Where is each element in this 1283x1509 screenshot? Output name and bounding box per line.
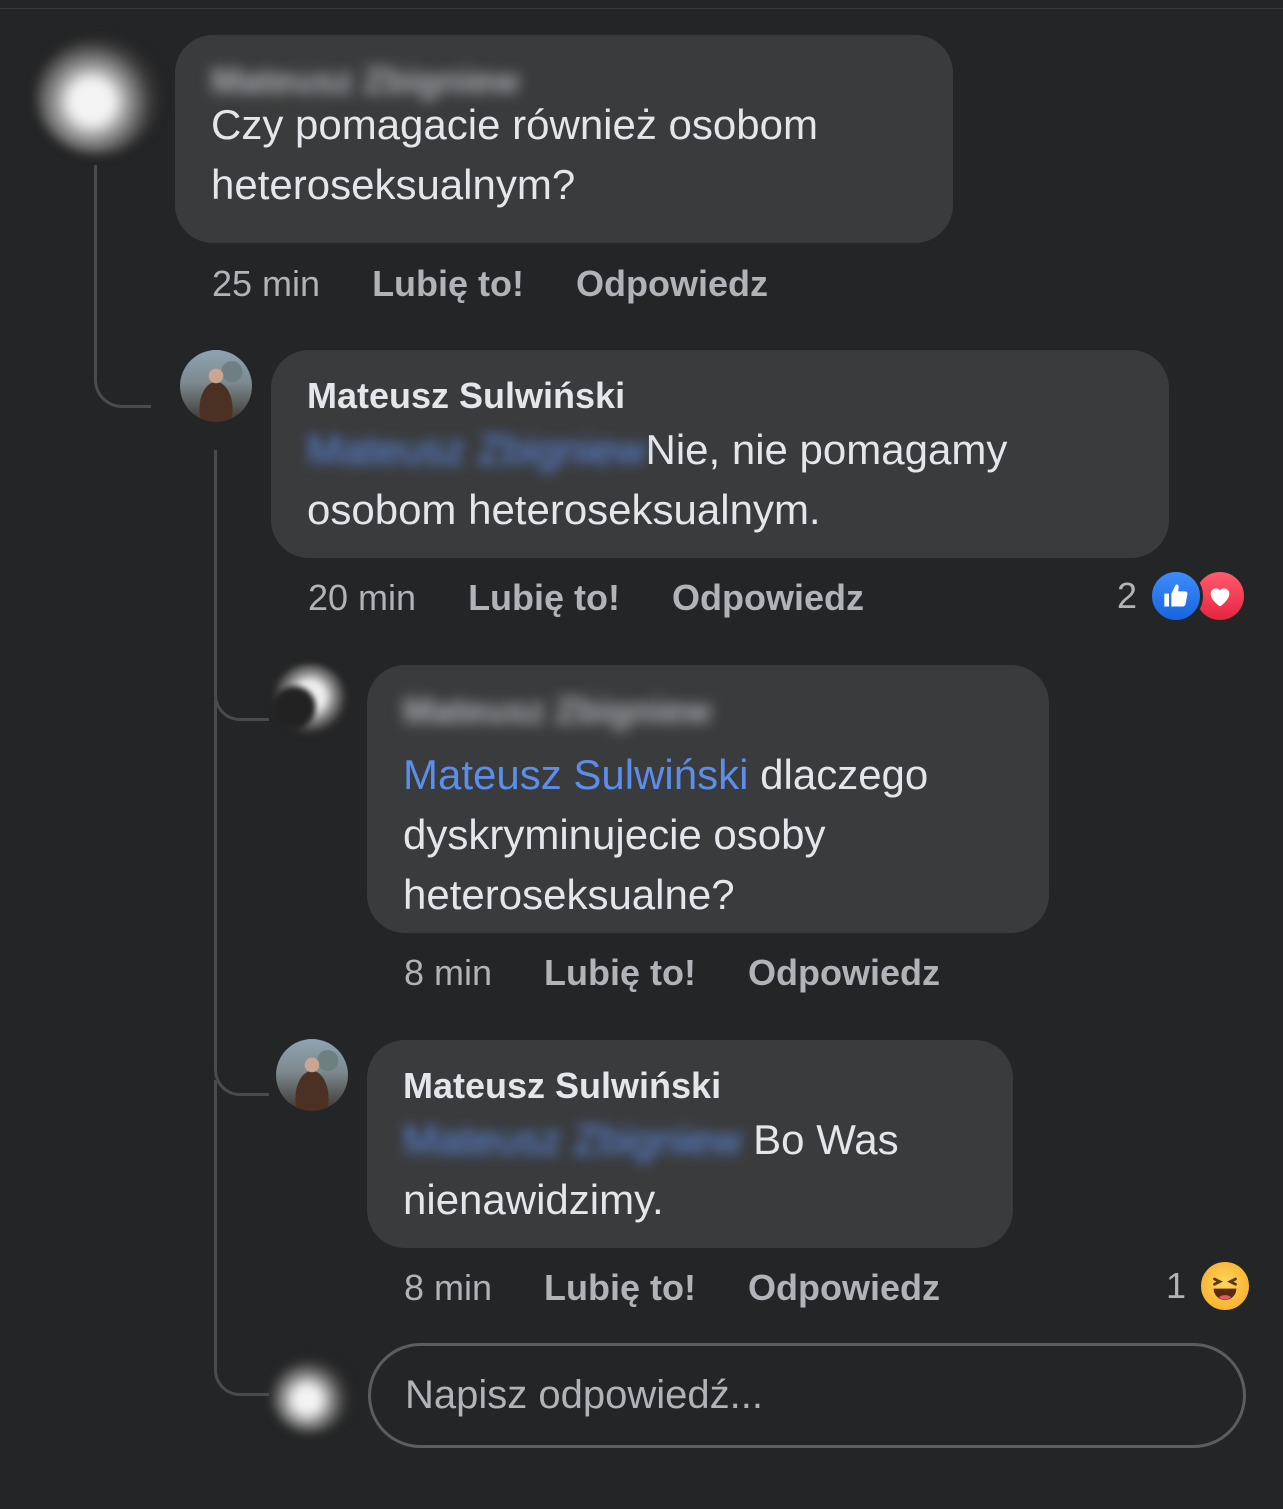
comment-author[interactable]: Mateusz Sulwiński bbox=[307, 376, 1133, 416]
like-button[interactable]: Lubię to! bbox=[544, 1268, 696, 1308]
reply-input[interactable]: Napisz odpowiedź... bbox=[368, 1343, 1246, 1448]
reaction-summary[interactable]: 1 bbox=[1166, 1259, 1253, 1313]
like-button[interactable]: Lubię to! bbox=[468, 578, 620, 618]
reply-placeholder: Napisz odpowiedź... bbox=[405, 1373, 763, 1417]
reaction-count: 2 bbox=[1117, 575, 1138, 616]
reply-button[interactable]: Odpowiedz bbox=[672, 578, 864, 618]
comment-meta: 8 min Lubię to! Odpowiedz bbox=[404, 953, 992, 993]
mention-link[interactable]: Mateusz Sulwiński bbox=[403, 751, 748, 798]
comment-meta: 25 min Lubię to! Odpowiedz bbox=[212, 264, 820, 304]
thread-connector bbox=[94, 165, 151, 408]
comment-bubble: Mateusz Zbigniew Czy pomagacie również o… bbox=[175, 35, 953, 243]
reply-button[interactable]: Odpowiedz bbox=[748, 1268, 940, 1308]
comment-time[interactable]: 8 min bbox=[404, 1268, 492, 1308]
comment-bubble: Mateusz Sulwiński Mateusz Zbigniew Bo Wa… bbox=[367, 1040, 1013, 1248]
reply-button[interactable]: Odpowiedz bbox=[748, 953, 940, 993]
avatar[interactable] bbox=[36, 38, 160, 154]
reaction-count: 1 bbox=[1166, 1265, 1187, 1306]
comment-bubble: Mateusz Sulwiński Mateusz ZbigniewNie, n… bbox=[271, 350, 1169, 558]
reply-button[interactable]: Odpowiedz bbox=[576, 264, 768, 304]
thread-connector bbox=[214, 700, 269, 1096]
comment-time[interactable]: 20 min bbox=[308, 578, 416, 618]
comment-author[interactable]: Mateusz Sulwiński bbox=[403, 1066, 977, 1106]
comment-text: Mateusz Sulwiński dlaczego dyskryminujec… bbox=[403, 745, 1013, 925]
comment-time[interactable]: 25 min bbox=[212, 264, 320, 304]
comment-text: Mateusz ZbigniewNie, nie pomagamy osobom… bbox=[307, 420, 1133, 540]
comment-bubble: Mateusz Zbigniew Mateusz Sulwiński dlacz… bbox=[367, 665, 1049, 933]
haha-icon bbox=[1198, 1259, 1253, 1313]
comment-author[interactable]: Mateusz Zbigniew bbox=[211, 61, 917, 101]
avatar bbox=[272, 1360, 350, 1432]
like-icon bbox=[1149, 569, 1204, 623]
thread-connector bbox=[214, 450, 269, 721]
avatar[interactable] bbox=[276, 1039, 348, 1111]
comment-time[interactable]: 8 min bbox=[404, 953, 492, 993]
comment-text: Mateusz Zbigniew Bo Was nienawidzimy. bbox=[403, 1110, 977, 1230]
top-divider bbox=[0, 8, 1283, 9]
comment-text: Czy pomagacie również osobom heteroseksu… bbox=[211, 101, 818, 208]
thread-connector bbox=[214, 1080, 269, 1396]
avatar[interactable] bbox=[180, 350, 252, 422]
like-button[interactable]: Lubię to! bbox=[372, 264, 524, 304]
comment-meta: 20 min Lubię to! Odpowiedz bbox=[308, 578, 916, 618]
comment-author[interactable]: Mateusz Zbigniew bbox=[403, 691, 1013, 731]
mention-link[interactable]: Mateusz Zbigniew bbox=[403, 1116, 741, 1163]
mention-link[interactable]: Mateusz Zbigniew bbox=[307, 426, 645, 473]
comment-meta: 8 min Lubię to! Odpowiedz bbox=[404, 1268, 992, 1308]
avatar[interactable] bbox=[272, 664, 348, 736]
reaction-summary[interactable]: 2 bbox=[1117, 569, 1248, 623]
like-button[interactable]: Lubię to! bbox=[544, 953, 696, 993]
